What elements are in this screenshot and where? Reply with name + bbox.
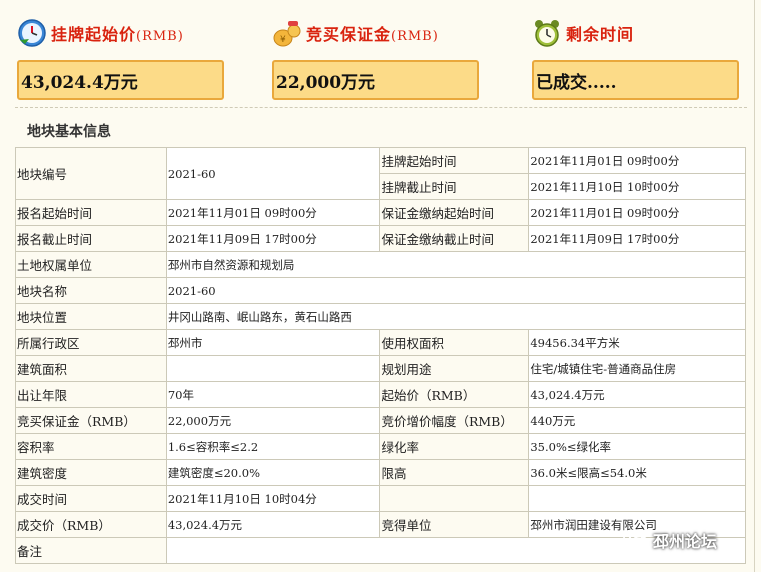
cell-value: 2021年11月09日 17时00分 bbox=[528, 225, 746, 252]
cell-label: 所属行政区 bbox=[15, 329, 167, 356]
cell-label: 起始价（RMB） bbox=[379, 381, 530, 408]
cell-label: 限高 bbox=[379, 459, 530, 486]
deposit-header: ¥ 竞买保证金(RMB) bbox=[272, 16, 492, 50]
clock-icon bbox=[17, 18, 47, 48]
table-row: 所属行政区 邳州市 使用权面积 49456.34平方米 bbox=[15, 329, 746, 356]
watermark: 邳州论坛 bbox=[623, 528, 717, 552]
cell-label: 土地权属单位 bbox=[15, 251, 167, 278]
cell-label: 成交时间 bbox=[15, 485, 167, 512]
cell-value: 440万元 bbox=[528, 407, 746, 434]
parcel-info-table: 地块编号 2021-60 挂牌起始时间 2021年11月01日 09时00分 挂… bbox=[15, 147, 747, 564]
cell-label: 地块位置 bbox=[15, 303, 167, 330]
money-bag-icon: ¥ bbox=[272, 18, 302, 48]
cell-label bbox=[379, 485, 530, 512]
cell-value bbox=[528, 485, 746, 512]
cell-label: 出让年限 bbox=[15, 381, 167, 408]
deposit-block: ¥ 竞买保证金(RMB) 22,000万元 bbox=[272, 16, 492, 100]
cell-label: 报名起始时间 bbox=[15, 199, 167, 226]
start-price-value: 43,024.4万元 bbox=[17, 60, 224, 100]
cell-value: 2021年11月01日 09时00分 bbox=[528, 199, 746, 226]
cell-label: 建筑密度 bbox=[15, 459, 167, 486]
cell-value: 2021年11月01日 09时00分 bbox=[165, 199, 381, 226]
deposit-value: 22,000万元 bbox=[272, 60, 479, 100]
table-row: 竞买保证金（RMB） 22,000万元 竞价增价幅度（RMB） 440万元 bbox=[15, 407, 746, 434]
cell-value: 邳州市自然资源和规划局 bbox=[165, 251, 747, 278]
cell-label: 挂牌起始时间 bbox=[379, 147, 530, 174]
cell-label: 规划用途 bbox=[379, 355, 530, 382]
table-row: 地块编号 2021-60 挂牌起始时间 2021年11月01日 09时00分 bbox=[15, 147, 746, 200]
remaining-value: 已成交..... bbox=[532, 60, 739, 100]
wechat-icon bbox=[623, 529, 649, 550]
cell-label: 使用权面积 bbox=[379, 329, 530, 356]
cell-label: 保证金缴纳起始时间 bbox=[379, 199, 530, 226]
table-row: 土地权属单位 邳州市自然资源和规划局 bbox=[15, 251, 747, 278]
cell-value: 49456.34平方米 bbox=[528, 329, 746, 356]
cell-value: 2021年11月01日 09时00分 bbox=[528, 147, 746, 174]
table-row: 出让年限 70年 起始价（RMB） 43,024.4万元 bbox=[15, 381, 746, 408]
cell-value: 2021-60 bbox=[165, 277, 747, 304]
alarm-clock-icon bbox=[532, 18, 562, 48]
cell-label: 竞买保证金（RMB） bbox=[15, 407, 167, 434]
cell-label: 地块编号 bbox=[15, 147, 167, 200]
cell-value: 2021-60 bbox=[165, 147, 381, 200]
table-row: 建筑密度 建筑密度≤20.0% 限高 36.0米≤限高≤54.0米 bbox=[15, 459, 746, 486]
table-row: 地块名称 2021-60 bbox=[15, 277, 747, 304]
summary-divider bbox=[15, 107, 747, 108]
table-row: 报名截止时间 2021年11月09日 17时00分 保证金缴纳截止时间 2021… bbox=[15, 225, 746, 252]
cell-value: 36.0米≤限高≤54.0米 bbox=[528, 459, 746, 486]
cell-label: 绿化率 bbox=[379, 433, 530, 460]
cell-label: 报名截止时间 bbox=[15, 225, 167, 252]
cell-label: 地块名称 bbox=[15, 277, 167, 304]
remaining-header: 剩余时间 bbox=[532, 16, 752, 50]
start-price-title: 挂牌起始价(RMB) bbox=[51, 25, 184, 44]
cell-value bbox=[165, 355, 381, 382]
table-row: 容积率 1.6≤容积率≤2.2 绿化率 35.0%≤绿化率 bbox=[15, 433, 746, 460]
cell-value: 井冈山路南、岷山路东，黄石山路西 bbox=[165, 303, 747, 330]
table-row: 报名起始时间 2021年11月01日 09时00分 保证金缴纳起始时间 2021… bbox=[15, 199, 746, 226]
start-price-block: 挂牌起始价(RMB) 43,024.4万元 bbox=[17, 16, 237, 100]
cell-label: 成交价（RMB） bbox=[15, 511, 167, 538]
cell-value: 2021年11月10日 10时00分 bbox=[528, 173, 746, 200]
cell-value: 43,024.4万元 bbox=[165, 511, 381, 538]
cell-value: 2021年11月10日 10时04分 bbox=[165, 485, 381, 512]
start-price-header: 挂牌起始价(RMB) bbox=[17, 16, 237, 50]
cell-value: 住宅/城镇住宅-普通商品住房 bbox=[528, 355, 746, 382]
deposit-title: 竞买保证金(RMB) bbox=[306, 25, 439, 44]
cell-value: 1.6≤容积率≤2.2 bbox=[165, 433, 381, 460]
cell-value: 2021年11月09日 17时00分 bbox=[165, 225, 381, 252]
svg-text:¥: ¥ bbox=[280, 35, 286, 45]
auction-summary: 挂牌起始价(RMB) 43,024.4万元 ¥ 竞买保证金(RMB) 22,00… bbox=[0, 0, 761, 108]
cell-value: 35.0%≤绿化率 bbox=[528, 433, 746, 460]
cell-value: 22,000万元 bbox=[165, 407, 381, 434]
table-row: 成交时间 2021年11月10日 10时04分 bbox=[15, 485, 746, 512]
cell-label: 竞得单位 bbox=[379, 511, 530, 538]
cell-value: 43,024.4万元 bbox=[528, 381, 746, 408]
remaining-block: 剩余时间 已成交..... bbox=[532, 16, 752, 100]
cell-label: 挂牌截止时间 bbox=[379, 173, 530, 200]
cell-label: 备注 bbox=[15, 537, 167, 564]
cell-label: 保证金缴纳截止时间 bbox=[379, 225, 530, 252]
cell-label: 竞价增价幅度（RMB） bbox=[379, 407, 530, 434]
section-title: 地块基本信息 bbox=[27, 124, 111, 140]
remaining-title: 剩余时间 bbox=[566, 25, 635, 44]
cell-label: 建筑面积 bbox=[15, 355, 167, 382]
cell-value: 建筑密度≤20.0% bbox=[165, 459, 381, 486]
table-row: 地块位置 井冈山路南、岷山路东，黄石山路西 bbox=[15, 303, 747, 330]
cell-label: 容积率 bbox=[15, 433, 167, 460]
watermark-text: 邳州论坛 bbox=[653, 532, 718, 551]
cell-value: 70年 bbox=[165, 381, 381, 408]
table-row: 建筑面积 规划用途 住宅/城镇住宅-普通商品住房 bbox=[15, 355, 746, 382]
cell-value: 邳州市 bbox=[165, 329, 381, 356]
